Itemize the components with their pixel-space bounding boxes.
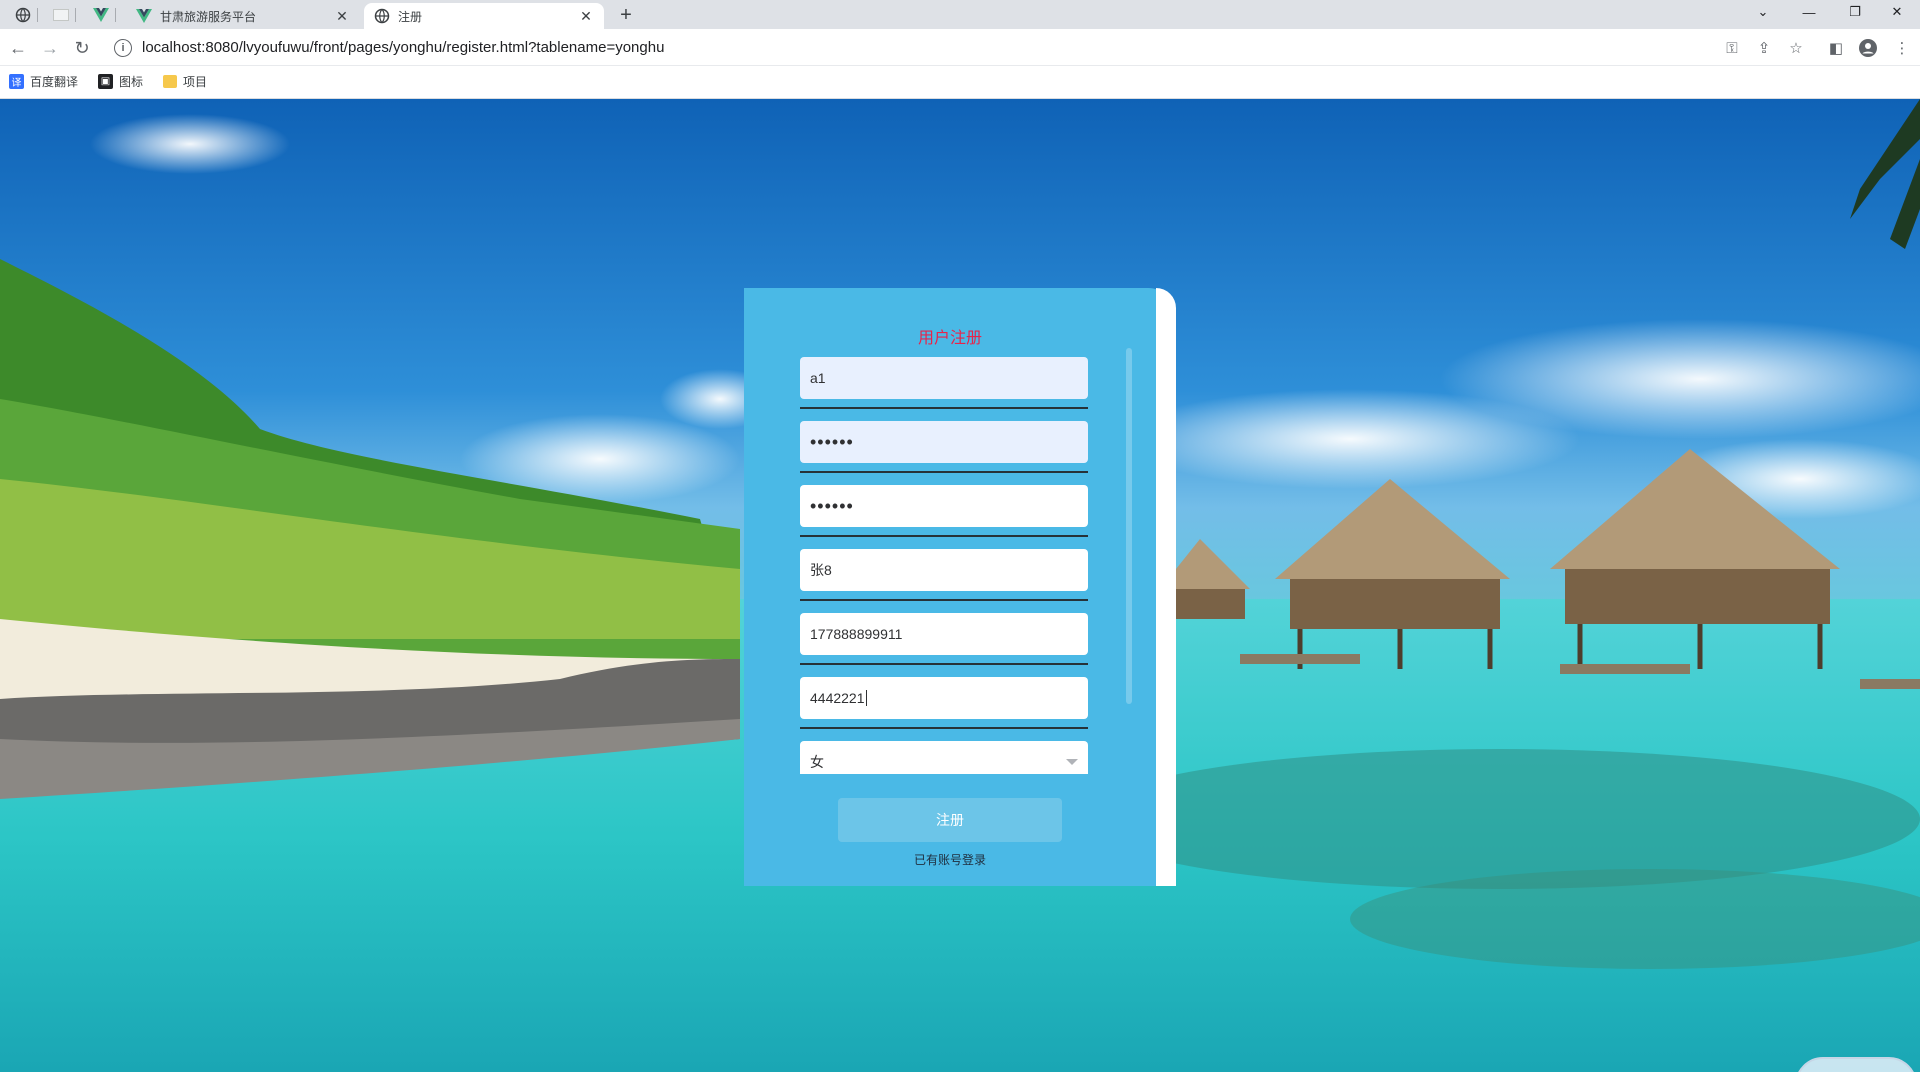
restore-icon: ❐ [1849, 4, 1861, 19]
field-row-phone: 177888899911 [800, 613, 1088, 665]
close-window-button[interactable]: ✕ [1874, 0, 1920, 24]
browser-toolbar: ← → ↻ i localhost:8080/lvyoufuwu/front/p… [0, 29, 1920, 66]
share-icon[interactable]: ⇪ [1753, 37, 1775, 59]
page-icon [53, 9, 69, 21]
bookmark-label: 项目 [183, 75, 208, 89]
page-viewport: 用户注册 a1 •••••• •••••• 张8 177888899911 44… [0, 99, 1920, 1072]
gender-value: 女 [810, 754, 824, 770]
form-scrollbar[interactable] [1126, 348, 1132, 704]
address-bar[interactable]: i localhost:8080/lvyoufuwu/front/pages/y… [106, 33, 1776, 62]
tab-strip: 甘肃旅游服务平台 ✕ 注册 ✕ + ⌄ — ❐ ✕ [0, 0, 1920, 29]
arrow-left-icon: ← [9, 37, 27, 58]
minimize-button[interactable]: — [1786, 0, 1832, 24]
folder-icon [163, 75, 177, 88]
back-button[interactable]: ← [6, 36, 30, 60]
profile-avatar-icon[interactable] [1857, 37, 1879, 59]
minimize-icon: — [1802, 4, 1816, 20]
tab-title: 甘肃旅游服务平台 [160, 9, 257, 24]
bookmark-folder-projects[interactable]: 项目 [163, 73, 207, 90]
field-row-id: 4442221 [800, 677, 1088, 729]
password-value: •••••• [810, 431, 854, 452]
vue-icon [93, 8, 109, 22]
register-panel: 用户注册 a1 •••••• •••••• 张8 177888899911 44… [744, 288, 1176, 886]
pinned-tab-vue[interactable] [86, 4, 116, 26]
form-title: 用户注册 [917, 330, 982, 347]
image-icon: ▣ [98, 74, 113, 89]
bookmark-label: 百度翻译 [30, 75, 79, 89]
star-icon[interactable]: ☆ [1785, 37, 1807, 59]
new-tab-button[interactable]: + [614, 3, 638, 27]
id-value: 4442221 [810, 690, 865, 706]
panel-edge [1156, 288, 1176, 886]
field-row-confirm-password: •••••• [800, 485, 1088, 537]
field-row-gender: 女 [800, 741, 1088, 774]
confirm-password-input[interactable]: •••••• [800, 485, 1088, 527]
login-link[interactable]: 已有账号登录 [744, 851, 1156, 868]
info-icon[interactable]: i [114, 38, 132, 57]
pinned-tab-blank[interactable] [46, 4, 76, 26]
close-icon[interactable]: ✕ [578, 8, 594, 25]
phone-value: 177888899911 [810, 626, 903, 642]
bookmarks-bar: 译 百度翻译 ▣ 图标 项目 [0, 66, 1920, 99]
tab-register[interactable]: 注册 ✕ [364, 3, 604, 29]
field-row-password: •••••• [800, 421, 1088, 473]
vue-icon [136, 9, 152, 23]
close-icon[interactable]: ✕ [334, 8, 350, 25]
side-panel-icon[interactable]: ◧ [1825, 37, 1847, 59]
gender-select[interactable]: 女 [800, 741, 1088, 774]
phone-input[interactable]: 177888899911 [800, 613, 1088, 655]
id-input[interactable]: 4442221 [800, 677, 1088, 719]
account-input[interactable]: a1 [800, 357, 1088, 399]
bookmark-label: 图标 [119, 75, 144, 89]
restore-button[interactable]: ❐ [1832, 0, 1878, 24]
close-icon: ✕ [1891, 4, 1903, 19]
arrow-right-icon: → [41, 37, 59, 58]
name-input[interactable]: 张8 [800, 549, 1088, 591]
translate-icon: 译 [9, 74, 24, 89]
reload-icon: ↻ [74, 37, 90, 58]
chevron-down-icon [1066, 759, 1078, 765]
field-row-name: 张8 [800, 549, 1088, 601]
pinned-tab-globe[interactable] [8, 4, 38, 26]
bookmark-baidu-translate[interactable]: 译 百度翻译 [9, 73, 78, 90]
ime-widget[interactable]: 中 [1795, 1057, 1917, 1072]
globe-icon [374, 8, 390, 24]
forward-button[interactable]: → [38, 36, 62, 60]
name-value: 张8 [810, 562, 832, 578]
register-button[interactable]: 注册 [838, 798, 1062, 842]
tab-gansu-travel[interactable]: 甘肃旅游服务平台 ✕ [126, 3, 360, 29]
key-icon[interactable]: ⚿ [1721, 37, 1743, 59]
text-caret [865, 690, 867, 706]
account-value: a1 [810, 370, 826, 386]
url-text: localhost:8080/lvyoufuwu/front/pages/yon… [142, 39, 665, 56]
confirm-password-value: •••••• [810, 495, 854, 516]
tab-title: 注册 [398, 9, 423, 24]
more-menu-icon[interactable]: ⋮ [1891, 37, 1913, 59]
chevron-down-icon: ⌄ [1757, 4, 1769, 19]
field-row-account: a1 [800, 357, 1088, 409]
reload-button[interactable]: ↻ [70, 36, 94, 60]
tab-search-button[interactable]: ⌄ [1740, 0, 1786, 24]
bookmark-icons[interactable]: ▣ 图标 [98, 73, 143, 90]
globe-icon [15, 7, 31, 23]
password-input[interactable]: •••••• [800, 421, 1088, 463]
